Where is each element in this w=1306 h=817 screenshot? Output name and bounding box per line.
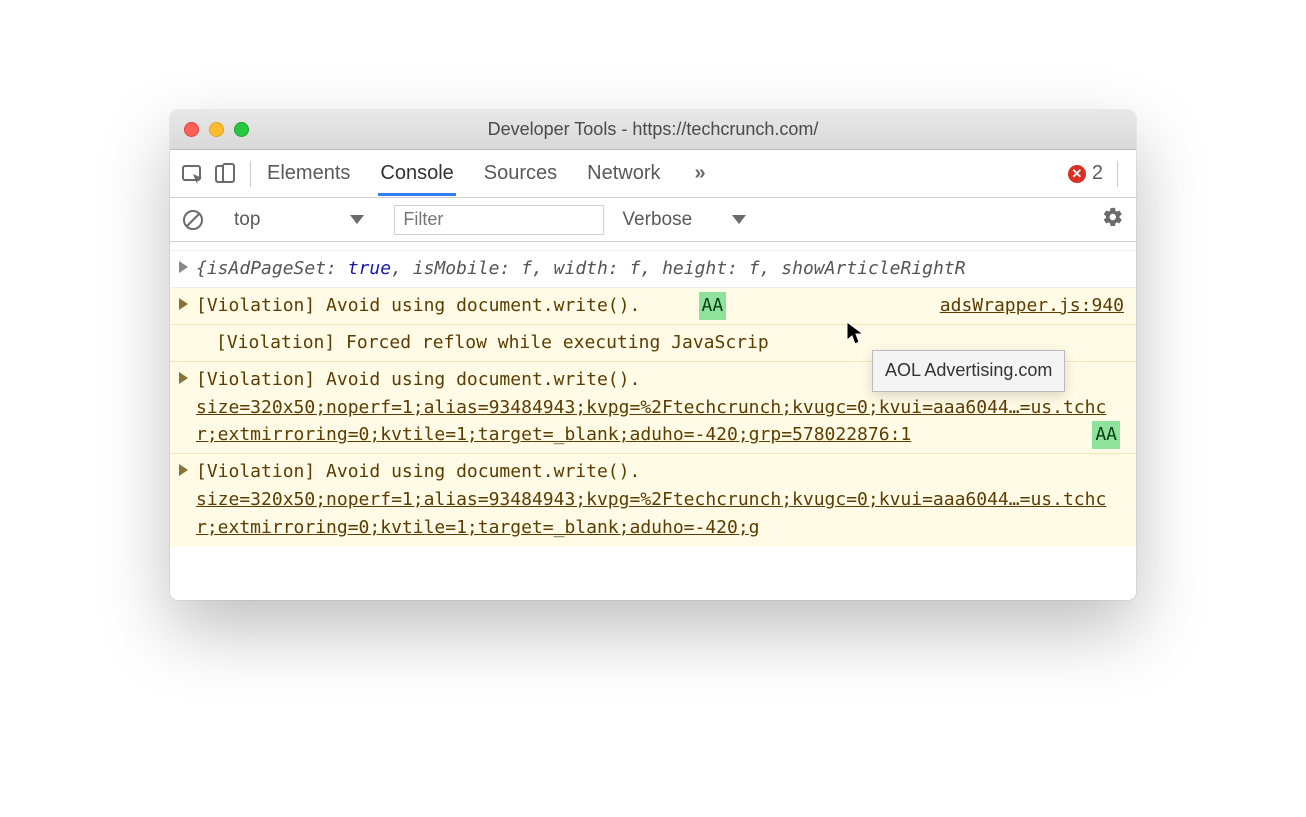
- error-icon: ✕: [1068, 165, 1086, 183]
- zoom-button[interactable]: [234, 122, 249, 137]
- log-level-selector[interactable]: Verbose: [616, 207, 752, 233]
- expand-icon[interactable]: [179, 464, 188, 476]
- window-title: Developer Tools - https://techcrunch.com…: [170, 119, 1136, 140]
- log-row-violation: [Violation] Avoid using document.write()…: [170, 454, 1136, 546]
- log-text: f: [749, 258, 760, 279]
- titlebar: Developer Tools - https://techcrunch.com…: [170, 110, 1136, 150]
- chevron-down-icon: [732, 215, 746, 224]
- source-link[interactable]: adsWrapper.js:940: [940, 292, 1124, 320]
- chevron-down-icon: [350, 215, 364, 224]
- thirdparty-badge[interactable]: AA: [1092, 421, 1120, 449]
- log-text: f: [521, 258, 532, 279]
- device-toggle-icon[interactable]: [214, 163, 236, 185]
- toolbar-divider: [250, 161, 251, 187]
- context-value: top: [234, 209, 260, 231]
- log-row-violation: adsWrapper.js:940 [Violation] Avoid usin…: [170, 288, 1136, 325]
- minimize-button[interactable]: [209, 122, 224, 137]
- log-row: {isAdPageSet: true, isMobile: f, width: …: [170, 251, 1136, 288]
- log-text: true: [348, 258, 391, 279]
- log-row: (index):443: [170, 242, 1136, 251]
- source-link[interactable]: size=320x50;noperf=1;alias=93484943;kvpg…: [196, 397, 1106, 446]
- traffic-lights: [170, 122, 249, 137]
- inspect-element-icon[interactable]: [182, 163, 206, 185]
- log-text: , showArticleRightR: [760, 258, 966, 279]
- log-text: {: [196, 258, 207, 279]
- filter-input[interactable]: [394, 205, 604, 235]
- thirdparty-badge[interactable]: AA: [699, 292, 727, 320]
- log-text: , isMobile:: [391, 258, 510, 279]
- tab-network[interactable]: Network: [585, 152, 662, 195]
- panel-tabs: Elements Console Sources Network »: [265, 152, 703, 196]
- log-level-value: Verbose: [622, 209, 692, 231]
- tab-console[interactable]: Console: [378, 152, 455, 196]
- error-count-value: 2: [1092, 162, 1103, 185]
- console-output: (index):443 {isAdPageSet: true, isMobile…: [170, 242, 1136, 600]
- source-link[interactable]: size=320x50;noperf=1;alias=93484943;kvpg…: [196, 489, 1106, 538]
- expand-icon[interactable]: [179, 298, 188, 310]
- devtools-window: Developer Tools - https://techcrunch.com…: [170, 110, 1136, 600]
- log-text: [Violation] Avoid using document.write()…: [196, 461, 640, 482]
- console-toolbar: top Verbose: [170, 198, 1136, 242]
- log-text: [Violation] Avoid using document.write()…: [196, 369, 640, 390]
- expand-icon[interactable]: [179, 372, 188, 384]
- context-selector[interactable]: top: [228, 207, 370, 233]
- tab-elements[interactable]: Elements: [265, 152, 352, 195]
- expand-icon[interactable]: [179, 261, 188, 273]
- tab-sources[interactable]: Sources: [482, 152, 559, 195]
- error-count[interactable]: ✕ 2: [1068, 162, 1103, 185]
- main-toolbar: Elements Console Sources Network » ✕ 2: [170, 150, 1136, 198]
- cursor-icon: [845, 320, 865, 355]
- log-text: , height:: [640, 258, 738, 279]
- log-text: , width:: [532, 258, 619, 279]
- log-text: [Violation] Forced reflow while executin…: [216, 332, 769, 353]
- settings-icon[interactable]: [1102, 206, 1124, 234]
- close-button[interactable]: [184, 122, 199, 137]
- clear-console-icon[interactable]: [182, 209, 204, 231]
- badge-tooltip: AOL Advertising.com: [872, 350, 1065, 392]
- toolbar-divider: [1117, 161, 1118, 187]
- tabs-overflow-icon[interactable]: »: [695, 162, 703, 185]
- log-text: f: [630, 258, 641, 279]
- log-text: [Violation] Avoid using document.write()…: [196, 295, 640, 316]
- log-text: isAdPageSet:: [207, 258, 337, 279]
